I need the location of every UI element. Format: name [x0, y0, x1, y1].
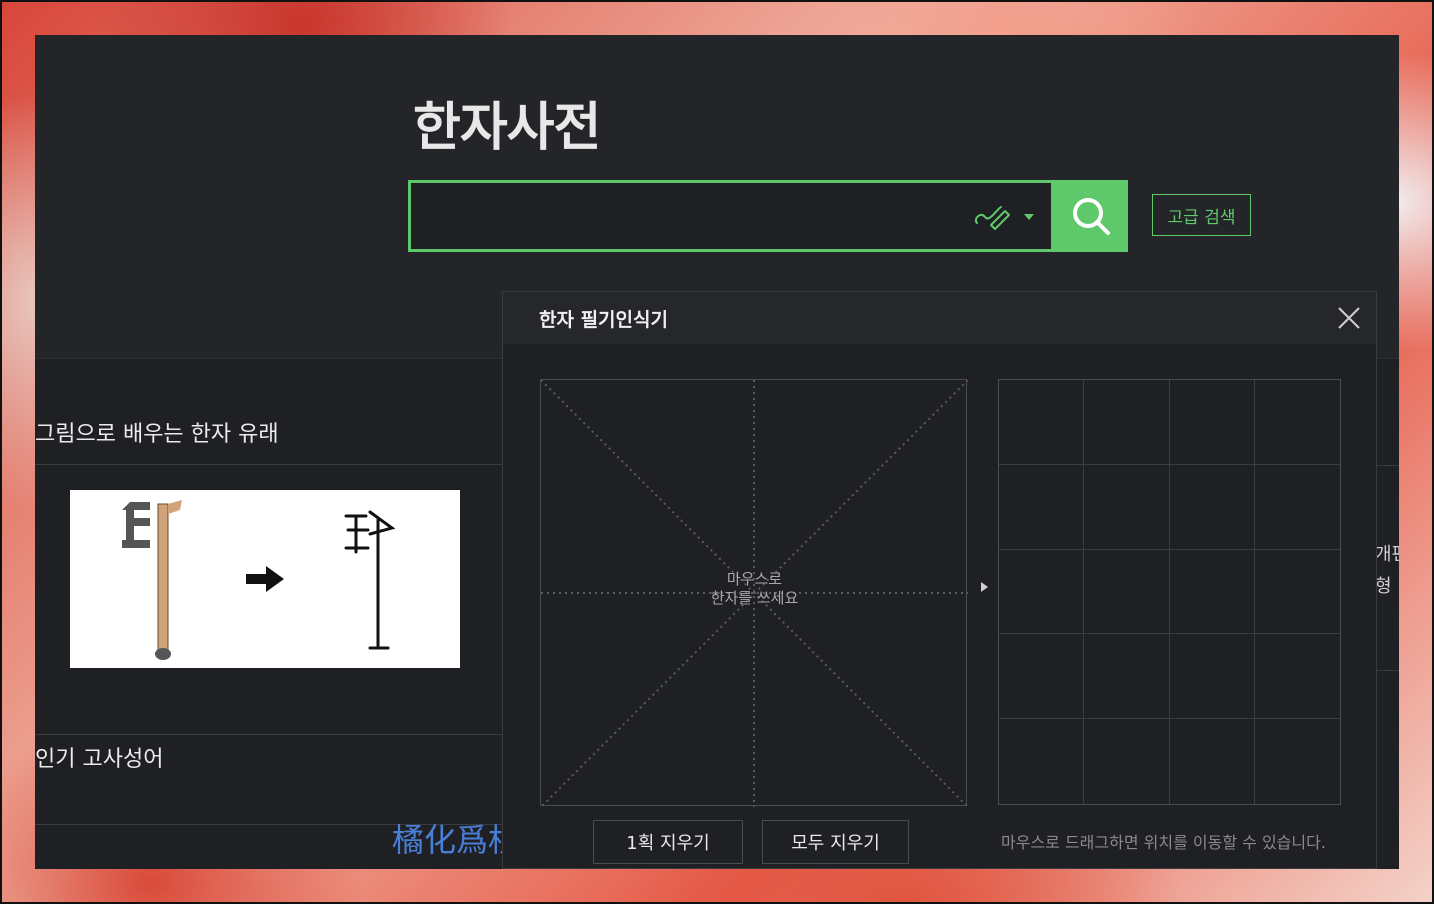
popup-header[interactable]: 한자 필기인식기 — [503, 292, 1376, 344]
candidate-cell[interactable] — [999, 464, 1085, 550]
candidate-cell[interactable] — [1084, 380, 1170, 465]
candidate-cell[interactable] — [1169, 380, 1255, 465]
search-button[interactable] — [1054, 180, 1128, 252]
advanced-search-button[interactable]: 고급 검색 — [1152, 194, 1251, 236]
idiom-link[interactable]: 橘化爲枳 — [392, 815, 520, 861]
divider — [35, 464, 502, 465]
search-icon — [1073, 198, 1110, 235]
draw-hint-line: 한자를 쓰세요 — [710, 589, 799, 607]
drag-hint: 마우스로 드래그하면 위치를 이동할 수 있습니다. — [1001, 833, 1326, 852]
candidate-cell[interactable] — [1255, 719, 1340, 804]
idiom-section-title: 인기 고사성어 — [35, 747, 164, 772]
next-arrow-icon — [981, 582, 988, 592]
right-panel-text: 형 : — [1375, 576, 1399, 597]
candidate-cell[interactable] — [1084, 634, 1170, 720]
popup-title: 한자 필기인식기 — [539, 309, 668, 331]
character-image — [344, 510, 396, 650]
candidate-cell[interactable] — [1084, 719, 1170, 804]
candidate-cell[interactable] — [999, 380, 1085, 465]
handwriting-recognizer-popup: 한자 필기인식기 마우스로 한자를 쓰세요 1획 지우기 모두 지우기 마우스로… — [502, 291, 1377, 869]
handwriting-pen-icon — [975, 206, 1034, 230]
candidate-cell[interactable] — [1169, 634, 1255, 720]
candidate-cell[interactable] — [999, 719, 1085, 804]
draw-hint-line: 마우스로 — [726, 570, 783, 588]
candidate-cell[interactable] — [1084, 464, 1170, 550]
site-logo[interactable]: 한자사전 — [413, 85, 601, 160]
candidate-cell[interactable] — [999, 549, 1085, 635]
search-box — [408, 180, 1054, 252]
origin-section-title: 그림으로 배우는 한자 유래 — [35, 422, 279, 447]
candidate-cell[interactable] — [1170, 719, 1255, 804]
dropdown-caret-icon — [1024, 214, 1034, 220]
close-icon — [1338, 307, 1360, 329]
left-column: 그림으로 배우는 한자 유래 인기 고사성어 橘化爲枳 — [35, 360, 520, 869]
handwriting-toggle[interactable] — [971, 199, 1041, 233]
candidate-cell[interactable] — [1169, 549, 1255, 635]
draw-hint: 마우스로 한자를 쓰세요 — [541, 570, 968, 608]
drawing-canvas[interactable]: 마우스로 한자를 쓰세요 — [540, 379, 968, 807]
right-panel-text: 개편 — [1375, 544, 1399, 565]
search-input[interactable] — [411, 183, 951, 249]
candidate-cell[interactable] — [1084, 549, 1170, 635]
clear-all-button[interactable]: 모두 지우기 — [762, 820, 909, 864]
candidate-cell[interactable] — [1254, 634, 1340, 720]
pictograph-image — [122, 500, 182, 660]
candidate-cell[interactable] — [1254, 550, 1340, 635]
candidate-cell[interactable] — [1169, 464, 1255, 550]
hanja-origin-illustration[interactable] — [70, 490, 460, 668]
candidate-cell[interactable] — [999, 634, 1085, 720]
candidate-cell[interactable] — [1254, 380, 1340, 465]
next-candidates-button[interactable] — [978, 579, 990, 593]
right-panel-edge — [1375, 465, 1399, 671]
undo-stroke-button[interactable]: 1획 지우기 — [593, 820, 743, 864]
transform-arrow-icon — [246, 566, 284, 592]
candidate-cell[interactable] — [1254, 465, 1340, 550]
divider — [35, 734, 502, 735]
close-button[interactable] — [1333, 302, 1365, 334]
candidate-grid — [998, 379, 1341, 805]
